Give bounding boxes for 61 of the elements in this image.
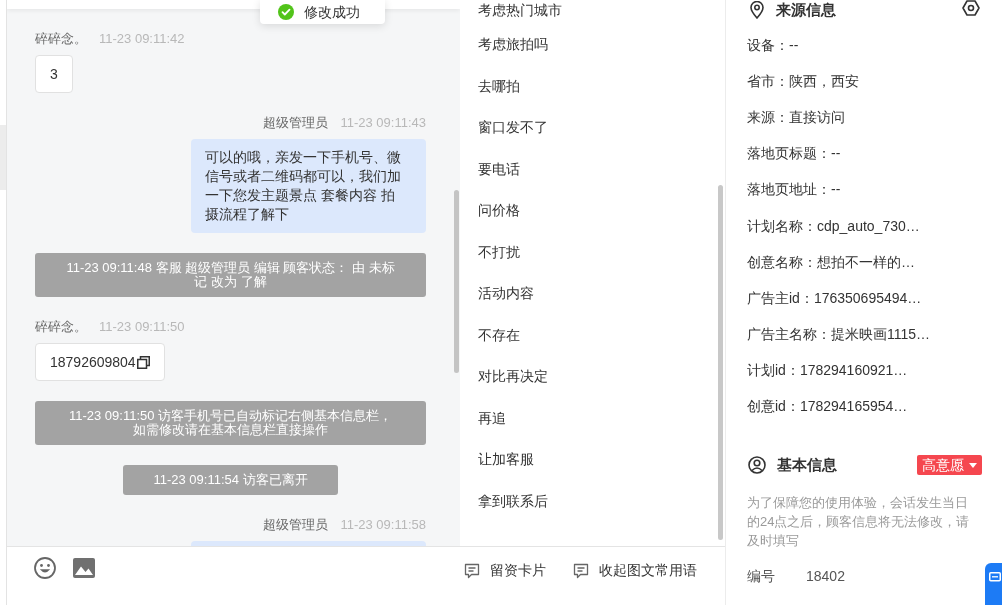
scrollbar[interactable]: [718, 185, 723, 540]
screen-icon: [989, 572, 1001, 583]
location-pin-icon: [750, 1, 764, 19]
sender-name: 超级管理员: [263, 516, 329, 535]
message-text: 18792609804: [50, 352, 136, 372]
toolbar-button[interactable]: 留资卡片: [464, 560, 546, 581]
system-notice: 11-23 09:11:54 访客已离开: [123, 465, 338, 495]
info-field: 创意名称：想拍不一样的…: [747, 251, 915, 273]
quick-reply-item[interactable]: 不存在: [460, 313, 725, 356]
quick-reply-item[interactable]: 去哪拍: [460, 64, 725, 107]
sender-name: 碎碎念。: [35, 30, 87, 49]
quick-reply-item[interactable]: 考虑热门城市: [460, 0, 725, 24]
section-title: 来源信息: [776, 0, 836, 20]
settings-icon[interactable]: [962, 0, 980, 16]
toast-message: 修改成功: [304, 2, 360, 22]
info-field: 落地页地址：--: [747, 179, 841, 201]
info-field: 广告主名称：提米映画1115…: [747, 324, 931, 346]
quick-reply-item[interactable]: 不打扰: [460, 230, 725, 273]
quick-reply-item[interactable]: 问价格: [460, 189, 725, 231]
success-icon: [278, 4, 294, 20]
info-field: 广告主id：176350695494…: [747, 287, 922, 309]
message-time: 11-23 09:11:43: [340, 114, 426, 133]
scrollbar[interactable]: [454, 190, 459, 373]
info-field: 落地页标题：--: [747, 143, 841, 165]
quick-reply-item[interactable]: 要电话: [460, 147, 725, 190]
message-time: 11-23 09:11:58: [340, 516, 426, 535]
info-field: 计划id：178294160921…: [747, 360, 908, 382]
system-notice: 11-23 09:11:50 访客手机号已自动标记右侧基本信息栏，如需修改请在基本信息栏直接操作: [35, 401, 426, 445]
toolbar-button[interactable]: 收起图文常用语: [573, 560, 697, 581]
quick-reply-item[interactable]: 考虑旅拍吗: [460, 23, 725, 65]
info-field: 计划名称：cdp_auto_730…: [747, 215, 920, 237]
quick-reply-item[interactable]: 窗口发不了: [460, 106, 725, 148]
sender-name: 超级管理员: [263, 114, 329, 133]
copy-icon[interactable]: [136, 355, 150, 369]
field-value: 18402: [806, 566, 845, 586]
message-text: 可以的哦，亲发一下手机号、微信号或者二维码都可以，我们加一下您发主题景点 套餐内容 拍摄流程了解下: [205, 148, 402, 224]
quick-reply-item[interactable]: 再追: [460, 396, 725, 439]
user-icon: [748, 456, 766, 475]
sender-name: 碎碎念。: [35, 318, 87, 337]
caret-icon: [969, 462, 977, 468]
info-field: 来源：直接访问: [747, 106, 845, 128]
message-text: 3: [50, 64, 58, 84]
floating-button[interactable]: [985, 563, 1002, 605]
quick-reply-item[interactable]: 活动内容: [460, 272, 725, 314]
message-time: 11-23 09:11:42: [99, 30, 185, 49]
system-notice: 11-23 09:11:48 客服 超级管理员 编辑 顾客状态： 由 未标记 改为 了解: [35, 253, 426, 297]
info-field: 设备：--: [747, 34, 799, 56]
quick-reply-item[interactable]: 拿到联系后: [460, 479, 725, 522]
emoji-icon[interactable]: [34, 557, 56, 579]
quick-reply-item[interactable]: 对比再决定: [460, 355, 725, 397]
image-icon[interactable]: [73, 558, 95, 578]
field-label: 编号: [747, 566, 776, 586]
section-title: 基本信息: [777, 454, 837, 475]
message-icon: [464, 562, 480, 579]
message-icon: [573, 562, 589, 579]
quick-reply-item[interactable]: 让加客服: [460, 438, 725, 480]
message-time: 11-23 09:11:50: [99, 318, 185, 337]
notice-text: 为了保障您的使用体验，会话发生当日的24点之后，顾客信息将无法修改，请及时填写: [746, 493, 971, 550]
info-field: 省市：陕西，西安: [747, 70, 859, 92]
info-field: 创意id：178294165954…: [747, 396, 908, 418]
intent-dropdown[interactable]: 高意愿: [917, 455, 982, 476]
